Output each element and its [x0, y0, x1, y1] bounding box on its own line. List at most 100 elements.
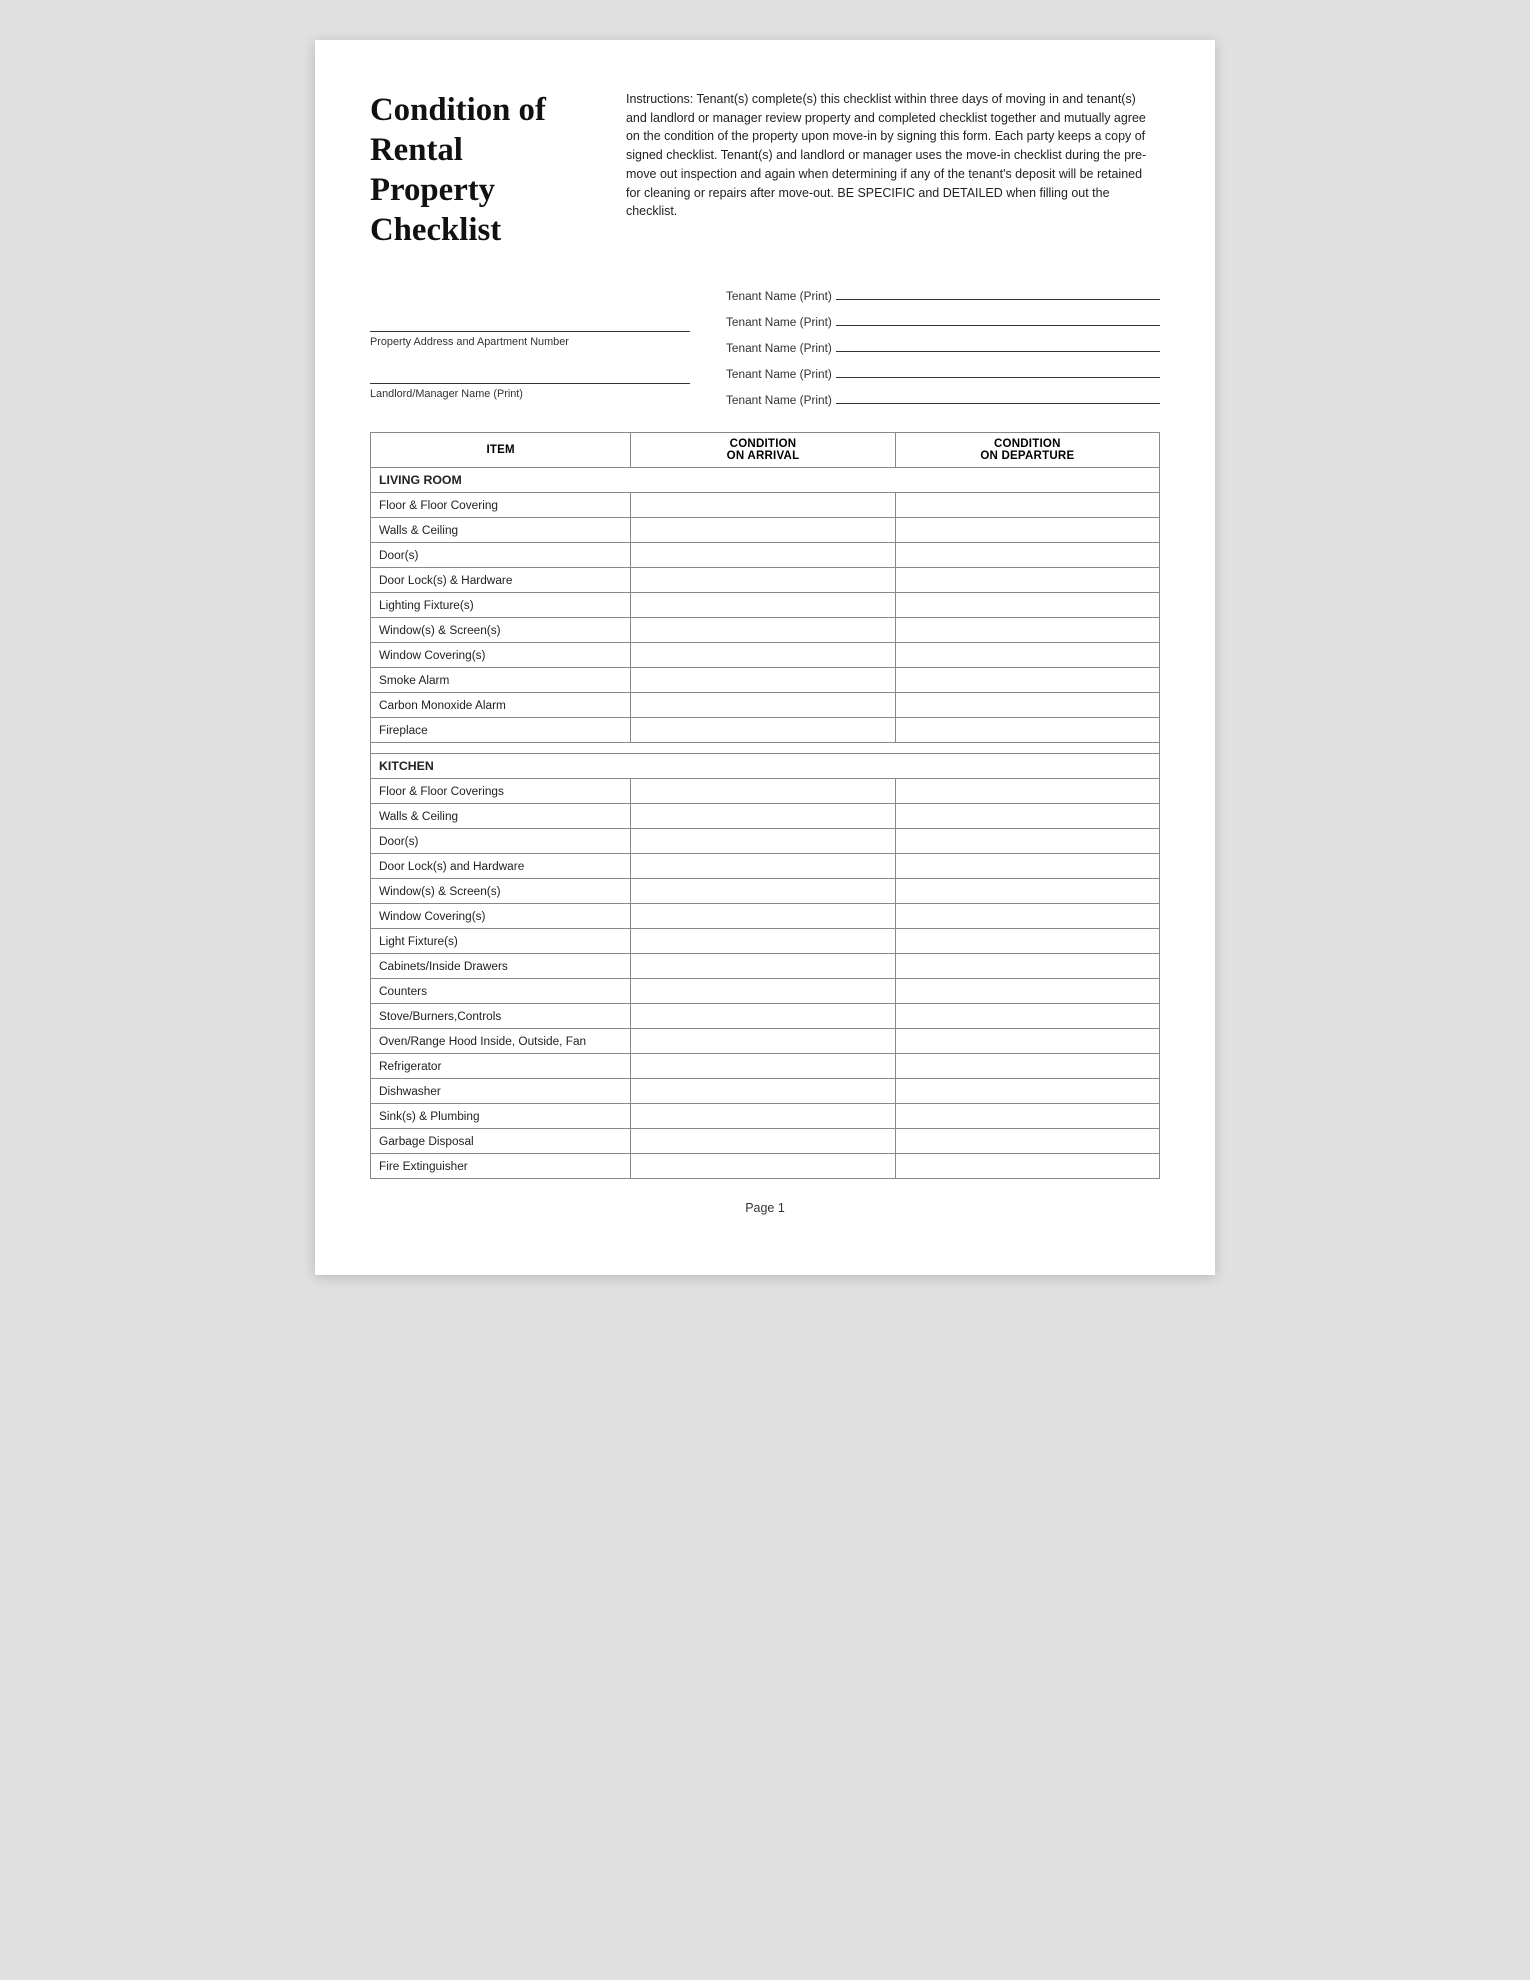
arrival-cell [631, 493, 895, 518]
item-cell: Cabinets/Inside Drawers [371, 954, 631, 979]
arrival-cell [631, 668, 895, 693]
departure-cell [895, 779, 1159, 804]
item-cell: Floor & Floor Coverings [371, 779, 631, 804]
item-cell: Walls & Ceiling [371, 804, 631, 829]
arrival-cell [631, 779, 895, 804]
table-row: Window Covering(s) [371, 643, 1160, 668]
item-cell: Counters [371, 979, 631, 1004]
spacer-row [371, 743, 1160, 754]
arrival-cell [631, 954, 895, 979]
arrival-cell [631, 618, 895, 643]
instructions-text: Instructions: Tenant(s) complete(s) this… [626, 90, 1160, 221]
table-row: Stove/Burners,Controls [371, 1004, 1160, 1029]
instructions-block: Instructions: Tenant(s) complete(s) this… [626, 90, 1160, 250]
item-cell: Oven/Range Hood Inside, Outside, Fan [371, 1029, 631, 1054]
tenant-label-2: Tenant Name (Print) [726, 315, 832, 329]
item-cell: Door(s) [371, 829, 631, 854]
page: Condition of Rental Property Checklist I… [315, 40, 1215, 1275]
arrival-cell [631, 1129, 895, 1154]
tenant-row-1: Tenant Name (Print) [726, 284, 1160, 303]
departure-cell [895, 804, 1159, 829]
item-cell: Refrigerator [371, 1054, 631, 1079]
item-cell: Door(s) [371, 543, 631, 568]
table-row: Smoke Alarm [371, 668, 1160, 693]
table-row: Counters [371, 979, 1160, 1004]
tenant-label-5: Tenant Name (Print) [726, 393, 832, 407]
table-row: Floor & Floor Covering [371, 493, 1160, 518]
departure-cell [895, 829, 1159, 854]
departure-cell [895, 904, 1159, 929]
table-row: Oven/Range Hood Inside, Outside, Fan [371, 1029, 1160, 1054]
table-row: Door(s) [371, 543, 1160, 568]
item-cell: Walls & Ceiling [371, 518, 631, 543]
arrival-cell [631, 1154, 895, 1179]
item-cell: Lighting Fixture(s) [371, 593, 631, 618]
tenant-row-3: Tenant Name (Print) [726, 336, 1160, 355]
tenant-row-4: Tenant Name (Print) [726, 362, 1160, 381]
arrival-cell [631, 879, 895, 904]
item-cell: Window Covering(s) [371, 904, 631, 929]
table-row: Window(s) & Screen(s) [371, 618, 1160, 643]
page-title: Condition of Rental Property Checklist [370, 90, 590, 250]
departure-cell [895, 543, 1159, 568]
arrival-cell [631, 1104, 895, 1129]
item-cell: Window Covering(s) [371, 643, 631, 668]
arrival-cell [631, 904, 895, 929]
item-cell: Dishwasher [371, 1079, 631, 1104]
item-cell: Floor & Floor Covering [371, 493, 631, 518]
table-row: Lighting Fixture(s) [371, 593, 1160, 618]
arrival-cell [631, 693, 895, 718]
table-row: Fire Extinguisher [371, 1154, 1160, 1179]
item-cell: Garbage Disposal [371, 1129, 631, 1154]
departure-cell [895, 1054, 1159, 1079]
departure-cell [895, 879, 1159, 904]
item-cell: Smoke Alarm [371, 668, 631, 693]
arrival-cell [631, 1029, 895, 1054]
tenant-row-5: Tenant Name (Print) [726, 388, 1160, 407]
departure-cell [895, 518, 1159, 543]
departure-cell [895, 1079, 1159, 1104]
departure-cell [895, 1129, 1159, 1154]
item-cell: Carbon Monoxide Alarm [371, 693, 631, 718]
arrival-cell [631, 1079, 895, 1104]
page-footer: Page 1 [370, 1201, 1160, 1215]
arrival-cell [631, 518, 895, 543]
col-header-arrival: CONDITIONON ARRIVAL [631, 433, 895, 468]
arrival-cell [631, 643, 895, 668]
tenant-row-2: Tenant Name (Print) [726, 310, 1160, 329]
left-fields: Property Address and Apartment Number La… [370, 280, 690, 414]
item-cell: Fire Extinguisher [371, 1154, 631, 1179]
tenant-label-1: Tenant Name (Print) [726, 289, 832, 303]
arrival-cell [631, 568, 895, 593]
departure-cell [895, 618, 1159, 643]
arrival-cell [631, 543, 895, 568]
tenant-label-3: Tenant Name (Print) [726, 341, 832, 355]
departure-cell [895, 568, 1159, 593]
table-row: Door(s) [371, 829, 1160, 854]
table-row: Light Fixture(s) [371, 929, 1160, 954]
landlord-label: Landlord/Manager Name (Print) [370, 388, 690, 400]
departure-cell [895, 493, 1159, 518]
landlord-line [370, 362, 690, 384]
tenant-label-4: Tenant Name (Print) [726, 367, 832, 381]
arrival-cell [631, 829, 895, 854]
arrival-cell [631, 929, 895, 954]
departure-cell [895, 854, 1159, 879]
item-cell: Stove/Burners,Controls [371, 1004, 631, 1029]
departure-cell [895, 979, 1159, 1004]
table-row: Door Lock(s) & Hardware [371, 568, 1160, 593]
header-section: Condition of Rental Property Checklist I… [370, 90, 1160, 250]
arrival-cell [631, 979, 895, 1004]
col-header-departure: CONDITIONON DEPARTURE [895, 433, 1159, 468]
property-address-label: Property Address and Apartment Number [370, 336, 690, 348]
departure-cell [895, 718, 1159, 743]
arrival-cell [631, 804, 895, 829]
arrival-cell [631, 593, 895, 618]
table-row: Dishwasher [371, 1079, 1160, 1104]
departure-cell [895, 1104, 1159, 1129]
arrival-cell [631, 1054, 895, 1079]
section-header-1: KITCHEN [371, 754, 1160, 779]
item-cell: Window(s) & Screen(s) [371, 879, 631, 904]
table-row: Floor & Floor Coverings [371, 779, 1160, 804]
departure-cell [895, 668, 1159, 693]
